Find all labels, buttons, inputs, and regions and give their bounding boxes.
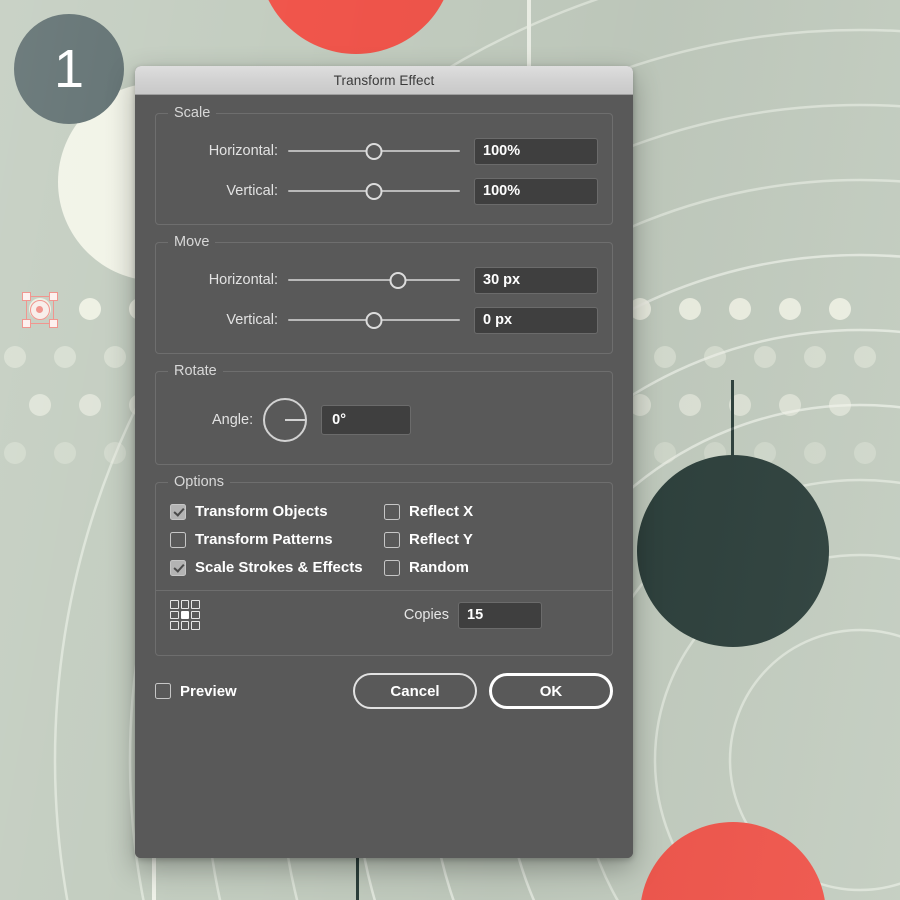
- options-group: Options Transform Objects Reflect X Tran…: [155, 474, 613, 656]
- move-group-title: Move: [168, 234, 216, 250]
- slider-track: [288, 279, 460, 281]
- copies-label: Copies: [403, 607, 449, 623]
- dialog-titlebar[interactable]: Transform Effect: [135, 66, 633, 95]
- options-group-title: Options: [168, 474, 230, 490]
- move-vertical-input[interactable]: 0 px: [474, 306, 598, 334]
- checkbox-label: Transform Objects: [195, 503, 328, 520]
- scale-horizontal-row: Horizontal: 100%: [170, 134, 598, 168]
- selection-handle-bottom-right[interactable]: [49, 319, 58, 328]
- selection-handle-bottom-left[interactable]: [22, 319, 31, 328]
- donut-shape-icon: [30, 300, 50, 320]
- move-horizontal-input[interactable]: 30 px: [474, 266, 598, 294]
- checkbox-label: Scale Strokes & Effects: [195, 559, 363, 576]
- rotate-group: Rotate Angle: 0°: [155, 363, 613, 465]
- transform-effect-dialog: Transform Effect Scale Horizontal: 100% …: [135, 66, 633, 858]
- step-number-text: 1: [53, 39, 85, 99]
- checkbox-reflect-x[interactable]: Reflect X: [384, 503, 598, 520]
- checkbox-box[interactable]: [155, 683, 171, 699]
- dialog-title: Transform Effect: [333, 72, 435, 88]
- anchor-cell-bottom-right[interactable]: [191, 621, 200, 630]
- checkbox-scale-strokes-effects[interactable]: Scale Strokes & Effects: [170, 559, 384, 576]
- scale-horizontal-input[interactable]: 100%: [474, 137, 598, 165]
- ok-button[interactable]: OK: [489, 673, 613, 709]
- step-number-badge: 1: [14, 14, 124, 124]
- checkbox-box[interactable]: [170, 503, 186, 520]
- slider-thumb[interactable]: [365, 182, 383, 200]
- scale-group: Scale Horizontal: 100% Vertical: 100%: [155, 105, 613, 225]
- checkbox-box[interactable]: [384, 531, 400, 548]
- options-checkbox-grid: Transform Objects Reflect X Transform Pa…: [170, 503, 598, 576]
- checkbox-label: Reflect X: [409, 503, 474, 520]
- anchor-cell-middle-right[interactable]: [191, 610, 200, 620]
- checkbox-label: Reflect Y: [409, 531, 473, 548]
- move-horizontal-slider[interactable]: [288, 268, 460, 292]
- anchor-cell-middle-left[interactable]: [170, 610, 179, 620]
- scale-vertical-row: Vertical: 100%: [170, 174, 598, 208]
- anchor-cell-bottom-center[interactable]: [180, 621, 190, 630]
- checkbox-box[interactable]: [170, 559, 186, 576]
- checkbox-label: Random: [409, 559, 469, 576]
- anchor-point-grid-icon[interactable]: [170, 600, 200, 630]
- scale-vertical-label: Vertical:: [226, 183, 278, 199]
- move-horizontal-row: Horizontal: 30 px: [170, 263, 598, 297]
- angle-dial[interactable]: [263, 398, 308, 442]
- copies-row: Copies 15: [170, 591, 598, 639]
- checkbox-label: Transform Patterns: [195, 531, 333, 548]
- scale-horizontal-label: Horizontal:: [208, 143, 278, 159]
- anchor-cell-bottom-left[interactable]: [170, 621, 179, 630]
- anchor-cell-top-left[interactable]: [170, 600, 179, 609]
- anchor-cell-center[interactable]: [180, 610, 190, 620]
- angle-dial-needle: [285, 419, 306, 421]
- selected-object-widget[interactable]: [22, 292, 58, 328]
- selection-handle-top-left[interactable]: [22, 292, 31, 301]
- slider-thumb[interactable]: [365, 311, 383, 329]
- preview-label: Preview: [180, 682, 237, 700]
- rotate-angle-label: Angle:: [212, 412, 254, 428]
- slider-thumb[interactable]: [389, 271, 407, 289]
- anchor-cell-top-right[interactable]: [191, 600, 200, 609]
- scale-vertical-slider[interactable]: [288, 179, 460, 203]
- checkbox-box[interactable]: [384, 559, 400, 576]
- checkbox-preview[interactable]: Preview: [155, 683, 237, 700]
- checkbox-box[interactable]: [170, 531, 186, 548]
- rotate-group-title: Rotate: [168, 363, 223, 379]
- move-vertical-slider[interactable]: [288, 308, 460, 332]
- scale-group-title: Scale: [168, 105, 217, 121]
- move-vertical-row: Vertical: 0 px: [170, 303, 598, 337]
- checkbox-transform-patterns[interactable]: Transform Patterns: [170, 531, 384, 548]
- anchor-cell-top-center[interactable]: [180, 600, 190, 609]
- screen: 1 Transform Effect Scale Horizontal: 100…: [0, 0, 900, 900]
- checkbox-random[interactable]: Random: [384, 559, 598, 576]
- checkbox-transform-objects[interactable]: Transform Objects: [170, 503, 384, 520]
- rotate-angle-input[interactable]: 0°: [321, 405, 412, 435]
- checkbox-reflect-y[interactable]: Reflect Y: [384, 531, 598, 548]
- scale-vertical-input[interactable]: 100%: [474, 177, 598, 205]
- copies-input[interactable]: 15: [458, 601, 542, 629]
- move-group: Move Horizontal: 30 px Vertical: 0 px: [155, 234, 613, 354]
- slider-thumb[interactable]: [365, 142, 383, 160]
- selection-handle-top-right[interactable]: [49, 292, 58, 301]
- move-horizontal-label: Horizontal:: [208, 272, 278, 288]
- move-vertical-label: Vertical:: [226, 312, 278, 328]
- cancel-button[interactable]: Cancel: [353, 673, 477, 709]
- dialog-body: Scale Horizontal: 100% Vertical: 100% Mo…: [135, 95, 633, 858]
- rotate-angle-row: Angle: 0°: [170, 392, 598, 448]
- dialog-footer: Preview Cancel OK: [155, 673, 613, 709]
- checkbox-box[interactable]: [384, 503, 400, 520]
- scale-horizontal-slider[interactable]: [288, 139, 460, 163]
